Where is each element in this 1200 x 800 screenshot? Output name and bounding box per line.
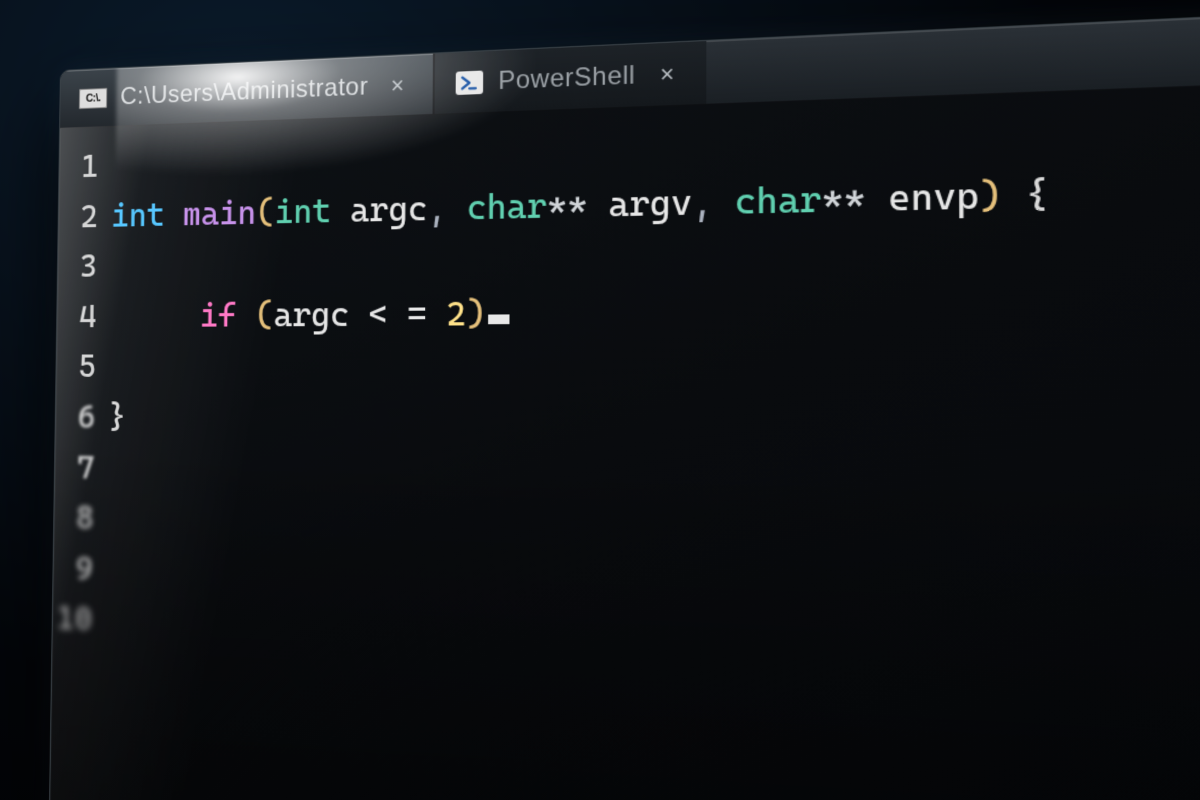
stage: C:\. C:\Users\Administrator × PowerShell… — [0, 0, 1200, 800]
tab-powershell[interactable]: PowerShell × — [434, 41, 706, 114]
code-line-1: int main(int argc, char** argv, char** e… — [111, 156, 1200, 241]
token-keyword: if — [200, 295, 237, 334]
token-brace: { — [1025, 172, 1049, 217]
close-icon[interactable]: × — [382, 69, 412, 102]
line-number: 9 — [53, 542, 93, 594]
code-line-3: } — [108, 392, 1200, 461]
line-number: 3 — [58, 241, 98, 292]
token-number: 2 — [446, 293, 466, 334]
token-brace: } — [108, 397, 126, 436]
editor-area[interactable]: 1 2 3 4 5 6 7 8 9 10 int main(int argc, … — [52, 79, 1200, 708]
token-op: = — [407, 293, 427, 334]
token-ident: envp — [888, 174, 979, 220]
close-icon[interactable]: × — [651, 57, 683, 91]
token-ident: argv — [608, 181, 692, 225]
powershell-icon — [456, 70, 484, 95]
token-keyword: char — [735, 178, 822, 223]
token-punct: , — [692, 180, 713, 223]
token-ident: argc — [350, 188, 428, 230]
line-gutter: 1 2 3 4 5 6 7 8 9 10 — [52, 141, 112, 646]
terminal-window: C:\. C:\Users\Administrator × PowerShell… — [48, 7, 1200, 800]
cmd-icon: C:\. — [79, 87, 107, 108]
line-number: 6 — [55, 392, 95, 443]
token-paren: ( — [256, 192, 275, 232]
token-keyword: char — [467, 185, 547, 228]
token-op: ** — [821, 177, 865, 221]
token-keyword: int — [111, 195, 165, 235]
token-paren: ) — [979, 173, 1002, 217]
line-number: 7 — [55, 442, 95, 493]
text-cursor — [488, 314, 509, 324]
token-paren: ) — [466, 293, 486, 334]
line-number: 2 — [58, 191, 98, 242]
token-op: < — [368, 294, 388, 334]
tab-title: PowerShell — [498, 60, 635, 96]
line-number: 5 — [56, 342, 96, 392]
token-function: main — [183, 192, 257, 233]
token-keyword: int — [274, 190, 331, 231]
tab-title: C:\Users\Administrator — [120, 72, 368, 111]
code-content[interactable]: int main(int argc, char** argv, char** e… — [105, 96, 1200, 708]
token-punct: , — [427, 187, 447, 228]
token-paren: ( — [255, 295, 274, 335]
line-number: 10 — [52, 593, 92, 645]
token-op: ** — [547, 184, 588, 226]
code-line-2: if (argc < = 2) — [109, 278, 1200, 342]
line-number: 8 — [54, 492, 94, 544]
line-number: 4 — [57, 291, 97, 341]
line-number: 1 — [59, 141, 99, 192]
token-ident: argc — [273, 294, 349, 334]
